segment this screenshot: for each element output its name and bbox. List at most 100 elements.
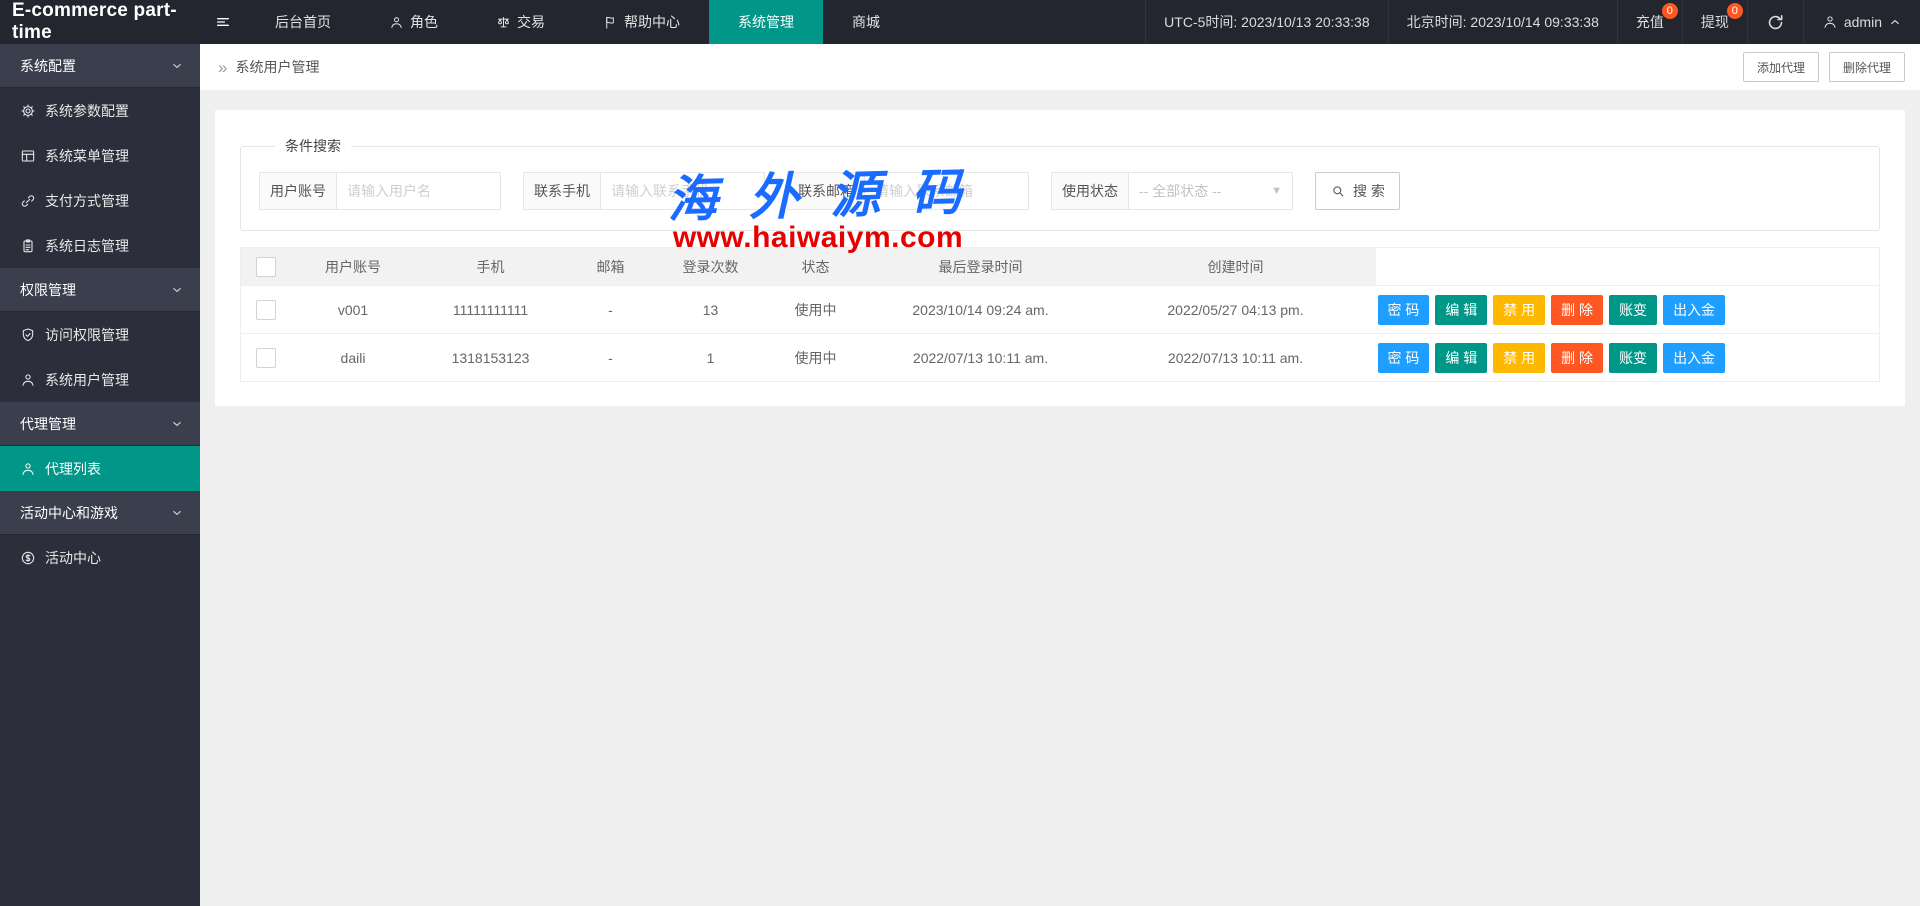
delete-agent-button[interactable]: 删除代理 [1829,52,1905,82]
nav-item-交易[interactable]: 交易 [467,0,574,44]
sidebar-label: 权限管理 [20,280,76,300]
admin-app: E-commerce part-time 后台首页角色交易帮助中心系统管理商城 … [0,0,1920,906]
cell-last-login: 2022/07/13 10:11 am. [866,334,1096,382]
column-header-登录次数: 登录次数 [656,248,766,286]
refresh-button[interactable] [1747,0,1803,44]
column-header-用户账号: 用户账号 [291,248,416,286]
search-field-联系邮箱: 联系邮箱 [787,172,1029,210]
sidebar-label: 访问权限管理 [45,325,129,345]
delete-button[interactable]: 删 除 [1551,295,1603,325]
status-select-value: -- 全部状态 -- [1139,181,1221,201]
beijing-time: 北京时间: 2023/10/14 09:33:38 [1388,0,1617,44]
nav-item-label: 系统管理 [738,12,794,32]
cell-phone: 1318153123 [416,334,566,382]
recharge-button[interactable]: 充值 0 [1617,0,1682,44]
cell-account: daili [291,334,416,382]
sidebar-group-系统配置[interactable]: 系统配置 [0,44,200,88]
status-select[interactable]: -- 全部状态 -- ▼ [1128,172,1293,210]
search-legend: 条件搜索 [275,136,351,156]
withdraw-button[interactable]: 提现 0 [1682,0,1747,44]
sidebar-item-系统菜单管理[interactable]: 系统菜单管理 [0,133,200,178]
deposit-withdraw-button[interactable]: 出入金 [1663,343,1725,373]
sidebar-item-支付方式管理[interactable]: 支付方式管理 [0,178,200,223]
sidebar-label: 系统菜单管理 [45,146,129,166]
sidebar-label: 系统配置 [20,56,76,76]
cell-login-count: 1 [656,334,766,382]
cell-created: 2022/05/27 04:13 pm. [1096,286,1376,334]
withdraw-label: 提现 [1701,12,1729,32]
hamburger-icon [215,14,231,30]
sidebar-label: 支付方式管理 [45,191,129,211]
link-icon [20,193,36,209]
admin-menu[interactable]: admin [1803,0,1920,44]
edit-button[interactable]: 编 辑 [1435,343,1487,373]
nav-item-系统管理[interactable]: 系统管理 [709,0,823,44]
hamburger-icon[interactable] [200,0,246,44]
deposit-withdraw-button[interactable]: 出入金 [1663,295,1725,325]
sidebar-label: 系统用户管理 [45,370,129,390]
app-logo: E-commerce part-time [0,0,200,44]
sidebar-label: 代理列表 [45,459,101,479]
chevdown-icon [170,59,184,73]
search-row: 用户账号联系手机联系邮箱 使用状态 -- 全部状态 -- ▼ 搜 索 [259,172,1861,210]
nav-item-后台首页[interactable]: 后台首页 [246,0,360,44]
users-card: 条件搜索 用户账号联系手机联系邮箱 使用状态 -- 全部状态 -- ▼ 搜 索 [215,110,1905,406]
add-agent-button[interactable]: 添加代理 [1743,52,1819,82]
sidebar-item-系统用户管理[interactable]: 系统用户管理 [0,357,200,402]
nav-item-帮助中心[interactable]: 帮助中心 [574,0,709,44]
search-button[interactable]: 搜 索 [1315,172,1400,210]
sidebar-item-系统日志管理[interactable]: 系统日志管理 [0,223,200,268]
search-field-label: 联系手机 [523,172,600,210]
row-actions: 密 码编 辑禁 用删 除账变出入金 [1376,295,1880,325]
cell-status: 使用中 [766,334,866,382]
sidebar-item-活动中心[interactable]: 活动中心 [0,535,200,580]
row-checkbox[interactable] [256,300,276,320]
sidebar-label: 代理管理 [20,414,76,434]
recharge-badge: 0 [1662,3,1678,19]
search-input[interactable] [600,172,765,210]
sidebar-label: 系统参数配置 [45,101,129,121]
page-actions: 添加代理 删除代理 [1743,52,1905,82]
sidebar-group-权限管理[interactable]: 权限管理 [0,268,200,312]
sidebar-item-访问权限管理[interactable]: 访问权限管理 [0,312,200,357]
account-change-button[interactable]: 账变 [1609,343,1657,373]
admin-username: admin [1844,14,1882,30]
table-header-row: 用户账号手机邮箱登录次数状态最后登录时间创建时间 [241,248,1880,286]
person-icon [1822,14,1838,30]
disable-button[interactable]: 禁 用 [1493,295,1545,325]
search-input[interactable] [864,172,1029,210]
main-content: » 系统用户管理 添加代理 删除代理 条件搜索 用户账号联系手机联系邮箱 使用状… [200,44,1920,906]
double-chevron-icon: » [218,59,227,76]
table-row: daili1318153123-1使用中2022/07/13 10:11 am.… [241,334,1880,382]
grid-icon [20,148,36,164]
clipboard-icon [20,238,36,254]
header-actions-cell [1376,248,1880,286]
delete-button[interactable]: 删 除 [1551,343,1603,373]
sidebar-group-活动中心和游戏[interactable]: 活动中心和游戏 [0,491,200,535]
disable-button[interactable]: 禁 用 [1493,343,1545,373]
topbar: E-commerce part-time 后台首页角色交易帮助中心系统管理商城 … [0,0,1920,44]
nav-item-商城[interactable]: 商城 [823,0,909,44]
sidebar-item-代理列表[interactable]: 代理列表 [0,446,200,491]
person-icon [20,372,36,388]
sidebar-group-代理管理[interactable]: 代理管理 [0,402,200,446]
nav-item-label: 角色 [410,12,438,32]
account-change-button[interactable]: 账变 [1609,295,1657,325]
dropdown-arrow-icon: ▼ [1271,185,1282,197]
search-fieldset: 条件搜索 用户账号联系手机联系邮箱 使用状态 -- 全部状态 -- ▼ 搜 索 [240,136,1880,231]
row-checkbox[interactable] [256,348,276,368]
sidebar-label: 活动中心和游戏 [20,503,118,523]
search-input[interactable] [336,172,501,210]
nav-item-角色[interactable]: 角色 [360,0,467,44]
chevdown-icon [170,417,184,431]
cell-login-count: 13 [656,286,766,334]
edit-button[interactable]: 编 辑 [1435,295,1487,325]
sidebar-item-系统参数配置[interactable]: 系统参数配置 [0,88,200,133]
password-button[interactable]: 密 码 [1378,295,1430,325]
gear-icon [20,103,36,119]
select-all-checkbox[interactable] [256,257,276,277]
password-button[interactable]: 密 码 [1378,343,1430,373]
person-icon [389,15,404,30]
search-icon [1330,183,1346,199]
sidebar-label: 系统日志管理 [45,236,129,256]
